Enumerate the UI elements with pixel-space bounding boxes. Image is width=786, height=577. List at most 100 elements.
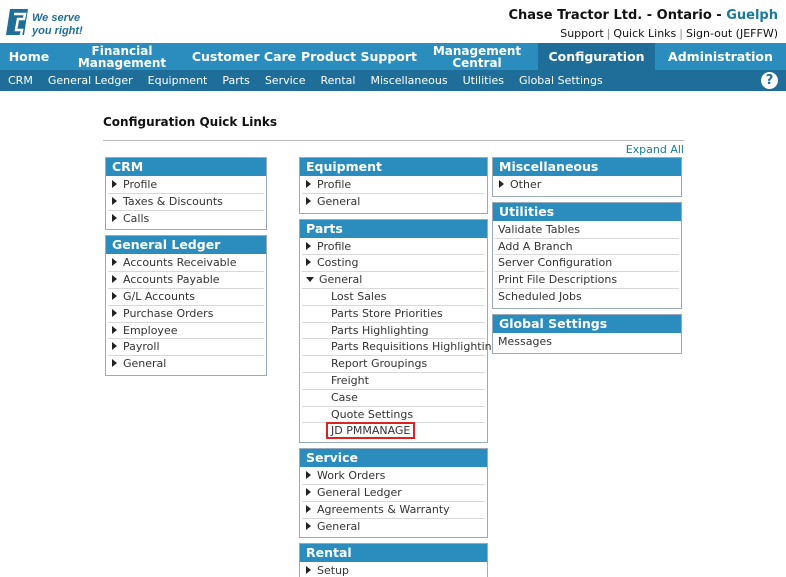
expand-arrow-icon <box>306 196 311 205</box>
main-nav: Home Financial Management Customer Care … <box>0 43 786 70</box>
subnav-global-settings[interactable]: Global Settings <box>519 74 603 87</box>
list-item[interactable]: General <box>302 272 485 289</box>
expand-arrow-icon <box>112 258 117 267</box>
list-item[interactable]: Validate Tables <box>495 222 679 239</box>
expand-arrow-icon <box>306 521 311 530</box>
support-link[interactable]: Support <box>560 27 603 40</box>
list-item[interactable]: Parts Store Priorities <box>302 306 485 323</box>
list-item[interactable]: Lost Sales <box>302 289 485 306</box>
list-item[interactable]: Taxes & Discounts <box>108 194 264 211</box>
expand-all-link[interactable]: Expand All <box>626 143 684 156</box>
list-item[interactable]: Profile <box>302 177 485 194</box>
expand-arrow-icon <box>112 275 117 284</box>
subnav-parts[interactable]: Parts <box>222 74 249 87</box>
expand-arrow-icon <box>306 566 311 575</box>
subnav-utilities[interactable]: Utilities <box>463 74 504 87</box>
list-item[interactable]: Employee <box>108 323 264 340</box>
list-item[interactable]: Setup <box>302 563 485 577</box>
list-item[interactable]: Profile <box>108 177 264 194</box>
tab-product-support[interactable]: Product Support <box>301 43 417 70</box>
sign-out-link[interactable]: Sign-out (JEFFW) <box>686 27 778 40</box>
svg-text:We serve: We serve <box>32 12 80 24</box>
tab-administration[interactable]: Administration <box>655 43 786 70</box>
tab-management-central[interactable]: Management Central <box>416 43 538 70</box>
expand-arrow-icon <box>112 213 117 222</box>
panel-equipment: Equipment Profile General <box>299 157 488 214</box>
list-item[interactable]: Freight <box>302 373 485 390</box>
expand-arrow-icon <box>306 487 311 496</box>
list-item-jd-pmmanage[interactable]: JD PMMANAGE <box>302 422 485 440</box>
list-item[interactable]: Accounts Payable <box>108 272 264 289</box>
expand-arrow-icon <box>112 325 117 334</box>
highlighted-link[interactable]: JD PMMANAGE <box>326 422 416 440</box>
page-title: Configuration Quick Links <box>103 115 278 129</box>
list-item[interactable]: General <box>302 519 485 536</box>
subnav-equipment[interactable]: Equipment <box>148 74 208 87</box>
list-item[interactable]: Quote Settings <box>302 407 485 424</box>
list-item[interactable]: Other <box>495 177 679 194</box>
location-link[interactable]: Guelph <box>726 8 778 23</box>
tab-customer-care[interactable]: Customer Care <box>186 43 302 70</box>
subnav-rental[interactable]: Rental <box>320 74 355 87</box>
list-item[interactable]: Add A Branch <box>495 239 679 256</box>
logo-icon: We serve you right! <box>6 9 83 37</box>
list-item[interactable]: Scheduled Jobs <box>495 289 679 306</box>
panel-title[interactable]: CRM <box>106 158 266 176</box>
list-item[interactable]: General <box>302 194 485 211</box>
expand-arrow-icon <box>306 258 311 267</box>
column-3: Miscellaneous Other Utilities Validate T… <box>492 157 682 359</box>
list-item[interactable]: Work Orders <box>302 468 485 485</box>
subnav-general-ledger[interactable]: General Ledger <box>48 74 133 87</box>
top-links: Support | Quick Links | Sign-out (JEFFW) <box>560 27 778 40</box>
list-item[interactable]: Calls <box>108 211 264 228</box>
subnav-miscellaneous[interactable]: Miscellaneous <box>370 74 447 87</box>
column-2: Equipment Profile General Parts Profile … <box>299 157 499 577</box>
panel-title[interactable]: General Ledger <box>106 236 266 255</box>
panel-miscellaneous: Miscellaneous Other <box>492 157 682 197</box>
tab-home[interactable]: Home <box>0 43 58 70</box>
panel-title[interactable]: Equipment <box>300 158 487 176</box>
list-item[interactable]: Server Configuration <box>495 255 679 273</box>
expand-arrow-icon <box>112 308 117 317</box>
panel-utilities: Utilities Validate Tables Add A Branch S… <box>492 201 682 309</box>
list-item[interactable]: Print File Descriptions <box>495 272 679 289</box>
sub-nav: CRM General Ledger Equipment Parts Servi… <box>0 70 786 91</box>
quick-links-link[interactable]: Quick Links <box>613 27 676 40</box>
collapse-arrow-icon <box>306 277 314 283</box>
panel-service: Service Work Orders General Ledger Agree… <box>299 448 488 539</box>
panel-title[interactable]: Service <box>300 449 487 468</box>
list-item[interactable]: Profile <box>302 239 485 256</box>
tab-configuration[interactable]: Configuration <box>538 43 655 70</box>
subnav-crm[interactable]: CRM <box>8 74 33 87</box>
list-item[interactable]: Payroll <box>108 339 264 357</box>
list-item[interactable]: Purchase Orders <box>108 306 264 323</box>
subnav-service[interactable]: Service <box>265 74 306 87</box>
list-item[interactable]: G/L Accounts <box>108 289 264 306</box>
panel-parts: Parts Profile Costing General Lost Sales… <box>299 218 499 444</box>
list-item[interactable]: Accounts Receivable <box>108 255 264 273</box>
panel-title[interactable]: Rental <box>300 544 487 563</box>
list-item[interactable]: Costing <box>302 255 485 273</box>
tab-financial-management[interactable]: Financial Management <box>58 43 186 70</box>
panel-crm: CRM Profile Taxes & Discounts Calls <box>105 157 267 231</box>
list-item[interactable]: Report Groupings <box>302 356 485 373</box>
panel-global-settings: Global Settings Messages <box>492 313 682 354</box>
expand-arrow-icon <box>112 342 117 351</box>
list-item[interactable]: General <box>108 356 264 373</box>
list-item[interactable]: Agreements & Warranty <box>302 502 485 519</box>
list-item[interactable]: Parts Requisitions Highlighting <box>302 339 499 357</box>
panel-general-ledger: General Ledger Accounts Receivable Accou… <box>105 235 267 376</box>
expand-arrow-icon <box>306 504 311 513</box>
list-item[interactable]: Messages <box>495 334 679 351</box>
help-icon[interactable]: ? <box>761 72 778 89</box>
panel-title[interactable]: Global Settings <box>493 314 681 333</box>
list-item[interactable]: Case <box>302 390 485 407</box>
list-item[interactable]: General Ledger <box>302 485 485 502</box>
expand-arrow-icon <box>499 180 504 188</box>
panel-title[interactable]: Utilities <box>493 202 681 221</box>
panel-title[interactable]: Miscellaneous <box>493 158 681 176</box>
expand-arrow-icon <box>112 359 117 368</box>
list-item[interactable]: Parts Highlighting <box>302 323 485 340</box>
panel-title[interactable]: Parts <box>300 219 487 238</box>
company-logo: We serve you right! <box>6 5 96 41</box>
